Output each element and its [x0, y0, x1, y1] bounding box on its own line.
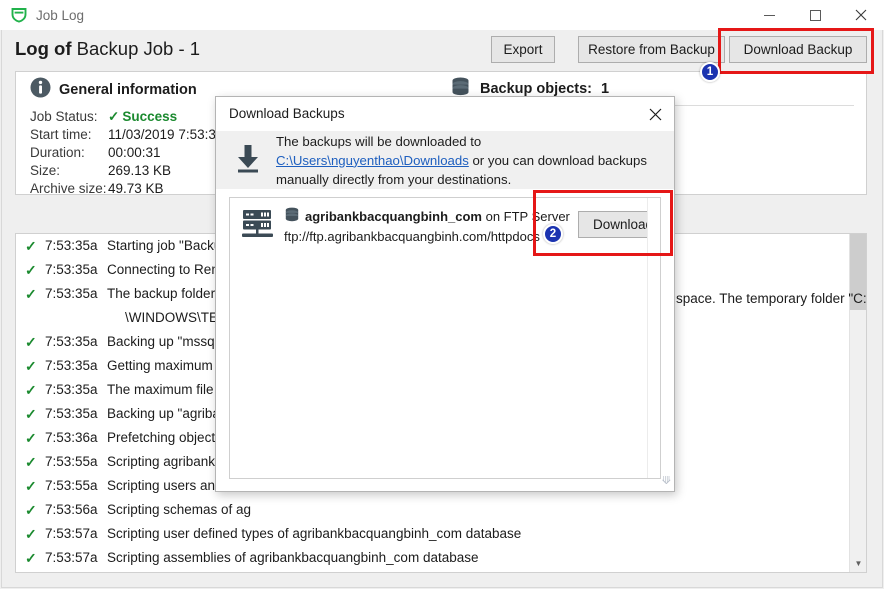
log-header: Log of Backup Job - 1 Export Restore fro…: [2, 30, 882, 70]
log-time: 7:53:35a: [45, 238, 98, 253]
shield-icon: [10, 6, 28, 24]
destination-url: ftp://ftp.agribankbacquangbinh.com/httpd…: [284, 228, 540, 244]
general-information-label: General information: [59, 81, 197, 98]
window-controls: [746, 0, 884, 30]
check-icon: ✓: [25, 334, 37, 350]
field-value: 00:00:31: [108, 145, 161, 160]
backup-objects-count: 1: [601, 80, 610, 97]
log-message: Scripting user defined types of agribank…: [107, 526, 522, 541]
check-icon: ✓: [25, 430, 37, 446]
restore-from-backup-button[interactable]: Restore from Backup: [578, 36, 725, 63]
check-icon: ✓: [25, 570, 45, 572]
page-title-name: Backup Job - 1: [76, 38, 201, 59]
log-message: Scripting user defined aggregates of agr…: [107, 570, 557, 572]
field-value: 11/03/2019 7:53:35a: [108, 127, 231, 142]
field-key: Job Status:: [30, 109, 98, 124]
log-time: 7:53:57a: [45, 526, 98, 541]
list-item: agribankbacquangbinh_com on FTP Server f…: [230, 198, 660, 254]
check-icon: ✓: [25, 262, 37, 278]
dialog-titlebar: Download Backups: [216, 97, 674, 131]
list-item-info: agribankbacquangbinh_com on FTP Server f…: [284, 207, 570, 246]
log-message: Scripting schemas of ag: [107, 502, 252, 517]
check-icon: ✓: [25, 238, 37, 254]
resize-grip-icon[interactable]: ⟱: [657, 474, 671, 488]
general-information-heading: General information: [30, 77, 197, 102]
window-title: Job Log: [36, 7, 85, 23]
server-icon: [240, 208, 278, 245]
check-icon: ✓: [25, 358, 37, 374]
note-text-before: The backups will be downloaded to: [276, 133, 482, 149]
field-row-job-status: Job Status: ✓ Success: [30, 108, 231, 126]
log-message-overflow: space. The temporary folder "C:: [676, 291, 867, 306]
export-button[interactable]: Export: [491, 36, 555, 63]
step-badge-1: 1: [700, 62, 720, 82]
log-time: 7:53:57a: [45, 550, 98, 565]
close-icon[interactable]: [838, 0, 884, 30]
check-icon: ✓: [25, 382, 37, 398]
log-time: 7:53:35a: [45, 286, 98, 301]
log-scrollbar[interactable]: ▲ ▼: [849, 234, 866, 572]
check-icon: ✓: [25, 454, 37, 470]
field-row-start-time: Start time: 11/03/2019 7:53:35a: [30, 126, 231, 144]
check-icon: ✓: [25, 502, 37, 518]
close-icon[interactable]: [640, 100, 670, 128]
log-row[interactable]: ✓ 7:53:57a Scripting assemblies of agrib…: [16, 546, 866, 570]
general-information-fields: Job Status: ✓ Success Start time: 11/03/2…: [30, 108, 231, 198]
log-row[interactable]: ✓ 7:53:57a Scripting user defined types …: [16, 522, 866, 546]
download-backups-dialog: Download Backups The backups will be dow…: [215, 96, 675, 492]
log-time: 7:53:35a: [45, 406, 98, 421]
database-name: agribankbacquangbinh_com: [305, 209, 482, 224]
step-badge-2: 2: [543, 224, 563, 244]
field-row-duration: Duration: 00:00:31: [30, 144, 231, 162]
log-row[interactable]: ✓ 7:53:56a Scripting schemas of ag: [16, 498, 866, 522]
dialog-scrollbar[interactable]: [647, 198, 660, 478]
field-key: Duration:: [30, 145, 85, 160]
page-title: Log of Backup Job - 1: [15, 38, 200, 60]
log-message: Scripting assemblies of agribankbacquang…: [107, 550, 479, 565]
dialog-note: The backups will be downloaded to C:\Use…: [216, 131, 674, 189]
dialog-note-text: The backups will be downloaded to C:\Use…: [276, 132, 674, 189]
field-value: 269.13 KB: [108, 163, 172, 178]
check-icon: ✓: [25, 478, 37, 494]
log-time: 7:53:36a: [45, 430, 98, 445]
job-status-value: ✓ Success: [108, 108, 177, 126]
log-time: 7:53:55a: [45, 478, 98, 493]
backup-objects-label: Backup objects:: [480, 80, 592, 97]
log-time: 7:53:35a: [45, 382, 98, 397]
log-time: 7:53:35a: [45, 358, 98, 373]
server-label: on FTP Server: [481, 209, 570, 224]
downloads-path-link[interactable]: C:\Users\nguyenthao\Downloads: [276, 153, 469, 168]
check-icon: ✓: [25, 526, 37, 542]
field-row-archive-size: Archive size: 49.73 KB: [30, 180, 231, 198]
download-arrow-icon: [234, 143, 262, 178]
log-time: 7:53:35a: [45, 262, 98, 277]
log-time: 7:53:56a: [45, 502, 98, 517]
database-icon: [284, 207, 300, 227]
field-value: Success: [122, 109, 178, 124]
titlebar: Job Log: [0, 0, 884, 30]
field-row-size: Size: 269.13 KB: [30, 162, 231, 180]
field-key: Archive size:: [30, 181, 107, 196]
check-icon: ✓: [25, 406, 37, 422]
log-row[interactable]: ✓ 7:53:57a Scripting user defined aggreg…: [16, 570, 866, 572]
log-time: 7:53:55a: [45, 454, 98, 469]
check-icon: ✓: [25, 286, 37, 302]
info-icon: [30, 77, 51, 102]
dialog-title: Download Backups: [229, 106, 345, 121]
maximize-icon[interactable]: [792, 0, 838, 30]
download-backup-button[interactable]: Download Backup: [729, 36, 867, 63]
check-icon: ✓: [108, 109, 120, 124]
page-title-prefix: Log of: [15, 38, 77, 59]
field-value: 49.73 KB: [108, 181, 164, 196]
dialog-items-list: agribankbacquangbinh_com on FTP Server f…: [229, 197, 661, 479]
check-icon: ✓: [25, 550, 37, 566]
field-key: Start time:: [30, 127, 92, 142]
job-log-window: Job Log Log of Backup Job - 1 Export Res…: [0, 0, 884, 589]
scroll-down-icon[interactable]: ▼: [850, 555, 866, 572]
log-time: 7:53:35a: [45, 334, 98, 349]
minimize-icon[interactable]: [746, 0, 792, 30]
field-key: Size:: [30, 163, 61, 178]
log-time: 7:53:57a: [45, 570, 107, 572]
list-item-title: agribankbacquangbinh_com on FTP Server: [284, 207, 570, 227]
